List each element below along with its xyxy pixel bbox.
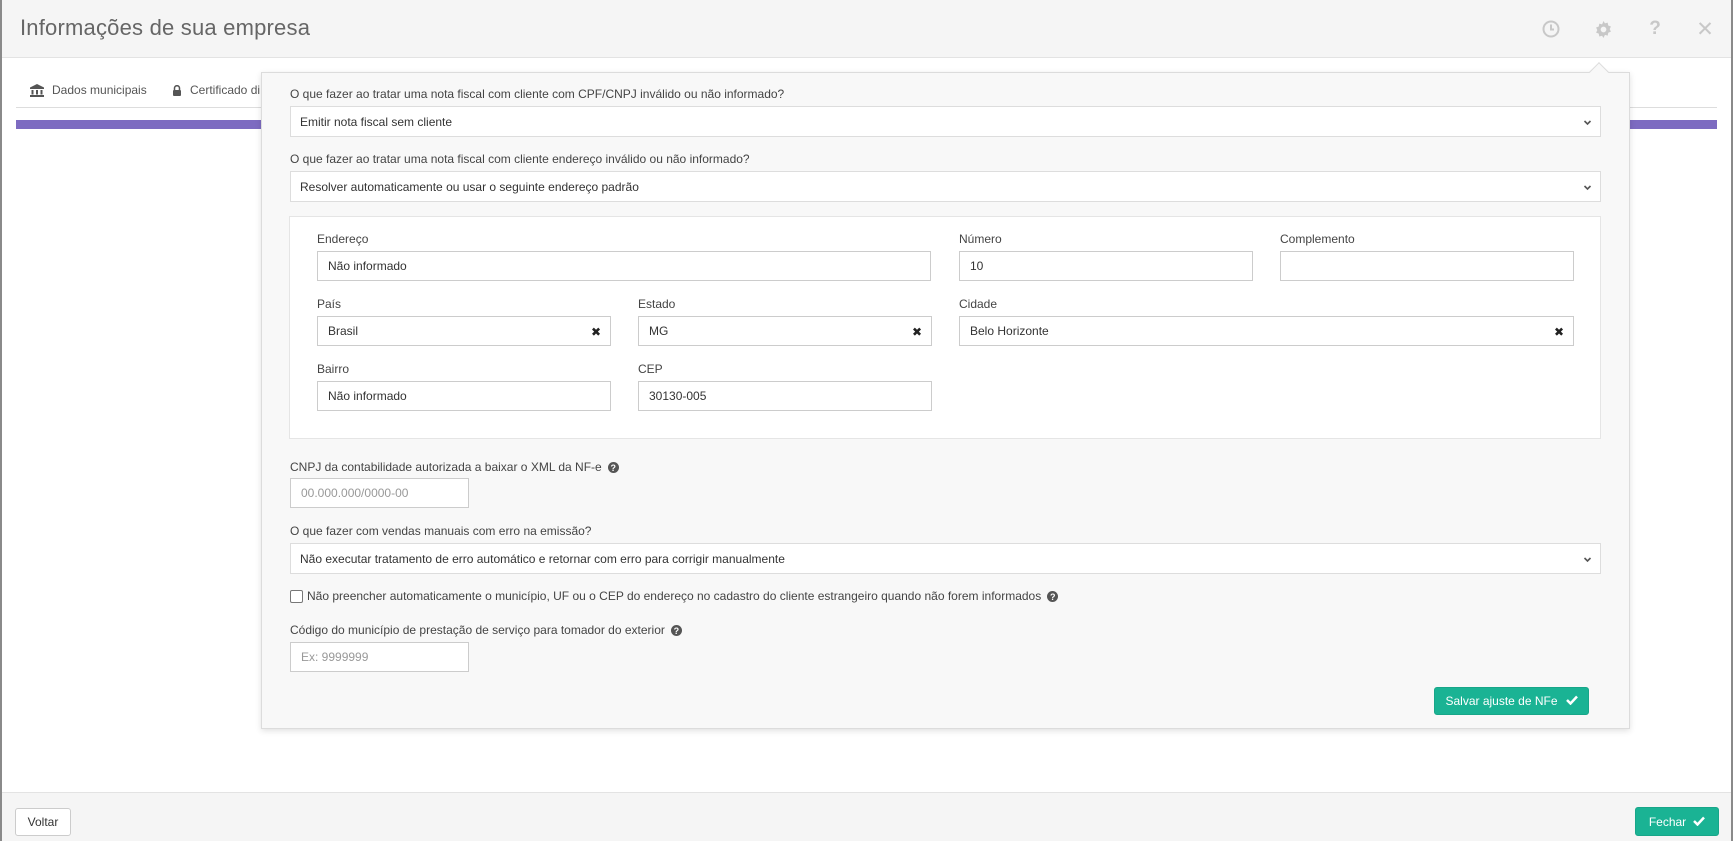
select-value: Emitir nota fiscal sem cliente xyxy=(300,114,453,129)
municipio-label-text: Código do município de prestação de serv… xyxy=(290,623,665,637)
modal-header: Informações de sua empresa ? ✕ xyxy=(2,0,1731,58)
check-icon xyxy=(1565,694,1578,708)
tab-label: Dados municipais xyxy=(52,83,147,97)
complemento-label: Complemento xyxy=(1280,232,1355,246)
clear-icon[interactable]: ✖ xyxy=(912,325,922,339)
invalid-client-select[interactable]: Emitir nota fiscal sem cliente xyxy=(290,106,1601,137)
clear-icon[interactable]: ✖ xyxy=(591,325,601,339)
close-button[interactable]: Fechar xyxy=(1635,807,1719,836)
bank-icon xyxy=(30,83,44,97)
save-button-label: Salvar ajuste de NFe xyxy=(1445,694,1558,708)
select-value: Não executar tratamento de erro automáti… xyxy=(300,551,785,566)
cnpj-contabilidade-label: CNPJ da contabilidade autorizada a baixa… xyxy=(290,460,619,474)
estado-select[interactable]: MG ✖ xyxy=(638,316,932,346)
chevron-down-icon xyxy=(1583,181,1592,195)
invalid-address-select[interactable]: Resolver automaticamente ou usar o segui… xyxy=(290,171,1601,202)
numero-field[interactable]: 10 xyxy=(959,251,1253,281)
help-icon[interactable]: ? xyxy=(1644,18,1666,40)
bairro-label: Bairro xyxy=(317,362,350,376)
estado-label: Estado xyxy=(638,297,676,311)
pais-value: Brasil xyxy=(328,324,359,338)
input-placeholder: 00.000.000/0000-00 xyxy=(301,486,409,500)
select-value: Resolver automaticamente ou usar o segui… xyxy=(300,179,639,194)
back-button[interactable]: Voltar xyxy=(15,808,71,836)
endereco-field[interactable]: Não informado xyxy=(317,251,931,281)
gear-icon[interactable] xyxy=(1592,18,1614,40)
cep-value: 30130-005 xyxy=(649,389,707,403)
cep-label: CEP xyxy=(638,362,663,376)
close-icon[interactable]: ✕ xyxy=(1694,18,1716,41)
tab-certificado[interactable]: Certificado di xyxy=(172,72,260,108)
numero-value: 10 xyxy=(970,259,984,273)
clear-icon[interactable]: ✖ xyxy=(1554,325,1564,339)
tab-label: Certificado di xyxy=(190,83,261,97)
complemento-field[interactable] xyxy=(1280,251,1574,281)
save-nfe-button[interactable]: Salvar ajuste de NFe xyxy=(1434,687,1589,715)
close-button-label: Fechar xyxy=(1648,814,1687,829)
cnpj-contabilidade-input[interactable]: 00.000.000/0000-00 xyxy=(290,478,469,508)
municipio-exterior-input[interactable]: Ex: 9999999 xyxy=(290,642,469,672)
tab-dados-municipais[interactable]: Dados municipais xyxy=(30,72,147,108)
lock-icon xyxy=(172,84,182,96)
manual-error-select[interactable]: Não executar tratamento de erro automáti… xyxy=(290,543,1601,574)
invalid-client-label: O que fazer ao tratar uma nota fiscal co… xyxy=(290,87,785,101)
page-title: Informações de sua empresa xyxy=(20,15,311,40)
modal-footer: Voltar Fechar xyxy=(2,792,1731,841)
no-autofill-checkbox[interactable] xyxy=(290,590,303,603)
cnpj-label-text: CNPJ da contabilidade autorizada a baixa… xyxy=(290,460,602,474)
cidade-select[interactable]: Belo Horizonte ✖ xyxy=(959,316,1574,346)
chevron-down-icon xyxy=(1583,553,1592,567)
no-autofill-text: Não preencher automaticamente o municípi… xyxy=(307,589,1042,603)
chevron-down-icon xyxy=(1583,116,1592,130)
bairro-field[interactable]: Não informado xyxy=(317,381,611,411)
manual-error-label: O que fazer com vendas manuais com erro … xyxy=(290,524,592,538)
cidade-label: Cidade xyxy=(959,297,998,311)
history-icon[interactable] xyxy=(1540,18,1562,40)
bairro-value: Não informado xyxy=(328,389,407,403)
check-icon xyxy=(1693,815,1706,829)
numero-label: Número xyxy=(959,232,1002,246)
help-icon[interactable]: ? xyxy=(607,462,619,474)
invalid-address-label: O que fazer ao tratar uma nota fiscal co… xyxy=(290,152,750,166)
no-autofill-label: Não preencher automaticamente o municípi… xyxy=(307,589,1059,603)
endereco-label: Endereço xyxy=(317,232,369,246)
pais-select[interactable]: Brasil ✖ xyxy=(317,316,611,346)
pais-label: País xyxy=(317,297,342,311)
help-icon[interactable]: ? xyxy=(1047,591,1059,603)
endereco-value: Não informado xyxy=(328,259,407,273)
input-placeholder: Ex: 9999999 xyxy=(301,650,369,664)
estado-value: MG xyxy=(649,324,669,338)
cep-field[interactable]: 30130-005 xyxy=(638,381,932,411)
cidade-value: Belo Horizonte xyxy=(970,324,1049,338)
help-icon[interactable]: ? xyxy=(670,625,682,637)
municipio-exterior-label: Código do município de prestação de serv… xyxy=(290,623,682,637)
